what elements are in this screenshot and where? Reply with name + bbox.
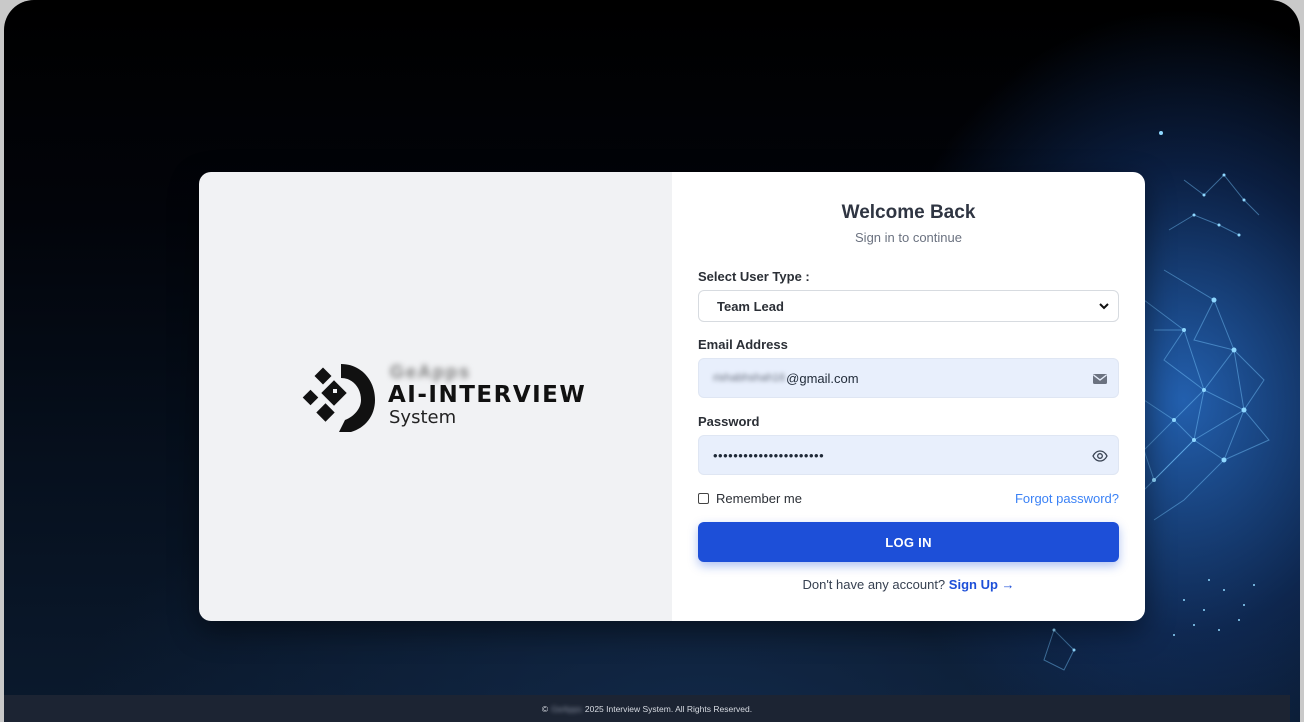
brand-subtitle: System — [389, 407, 457, 428]
forgot-password-link[interactable]: Forgot password? — [1015, 491, 1119, 506]
email-label: Email Address — [698, 337, 788, 352]
password-field[interactable]: •••••••••••••••••••••• — [698, 435, 1119, 475]
signup-link[interactable]: Sign Up → — [949, 577, 1015, 592]
signup-prompt: Don't have any account? — [802, 577, 946, 592]
remember-me[interactable]: Remember me — [698, 491, 802, 506]
page-subtitle: Sign in to continue — [855, 230, 962, 245]
remember-checkbox[interactable] — [698, 493, 709, 504]
brand-blurred-name: GeApps — [390, 362, 472, 382]
eye-icon[interactable] — [1092, 448, 1108, 464]
login-button[interactable]: LOG IN — [698, 522, 1119, 562]
envelope-icon — [1093, 374, 1107, 384]
user-type-select[interactable]: Team Lead — [698, 290, 1119, 322]
user-type-label: Select User Type : — [698, 269, 810, 284]
user-type-value: Team Lead — [717, 298, 784, 314]
chevron-down-icon — [1099, 303, 1109, 310]
background-frame: GeApps AI-INTERVIEW System Welcome Back … — [4, 0, 1300, 722]
robot-head-icon — [302, 364, 375, 432]
email-field[interactable]: rishabhshah16 @gmail.com — [698, 358, 1119, 398]
signup-row: Don't have any account? Sign Up → — [672, 577, 1145, 592]
password-value: •••••••••••••••••••••• — [713, 447, 825, 463]
email-domain: @gmail.com — [786, 370, 859, 386]
footer-text: 2025 Interview System. All Rights Reserv… — [584, 703, 753, 714]
email-blurred-part: rishabhshah16 — [713, 372, 786, 384]
password-label: Password — [698, 414, 760, 429]
page-title: Welcome Back — [841, 202, 976, 223]
footer: © GeApps 2025 Interview System. All Righ… — [4, 695, 1290, 722]
brand-panel: GeApps AI-INTERVIEW System — [199, 172, 672, 621]
login-form: Welcome Back Sign in to continue Select … — [672, 172, 1145, 621]
brand-title: AI-INTERVIEW — [388, 382, 587, 408]
login-card: GeApps AI-INTERVIEW System Welcome Back … — [199, 172, 1145, 621]
remember-label: Remember me — [716, 491, 802, 506]
copyright-symbol: © — [541, 703, 549, 714]
footer-blurred-company: GeApps — [551, 703, 582, 714]
